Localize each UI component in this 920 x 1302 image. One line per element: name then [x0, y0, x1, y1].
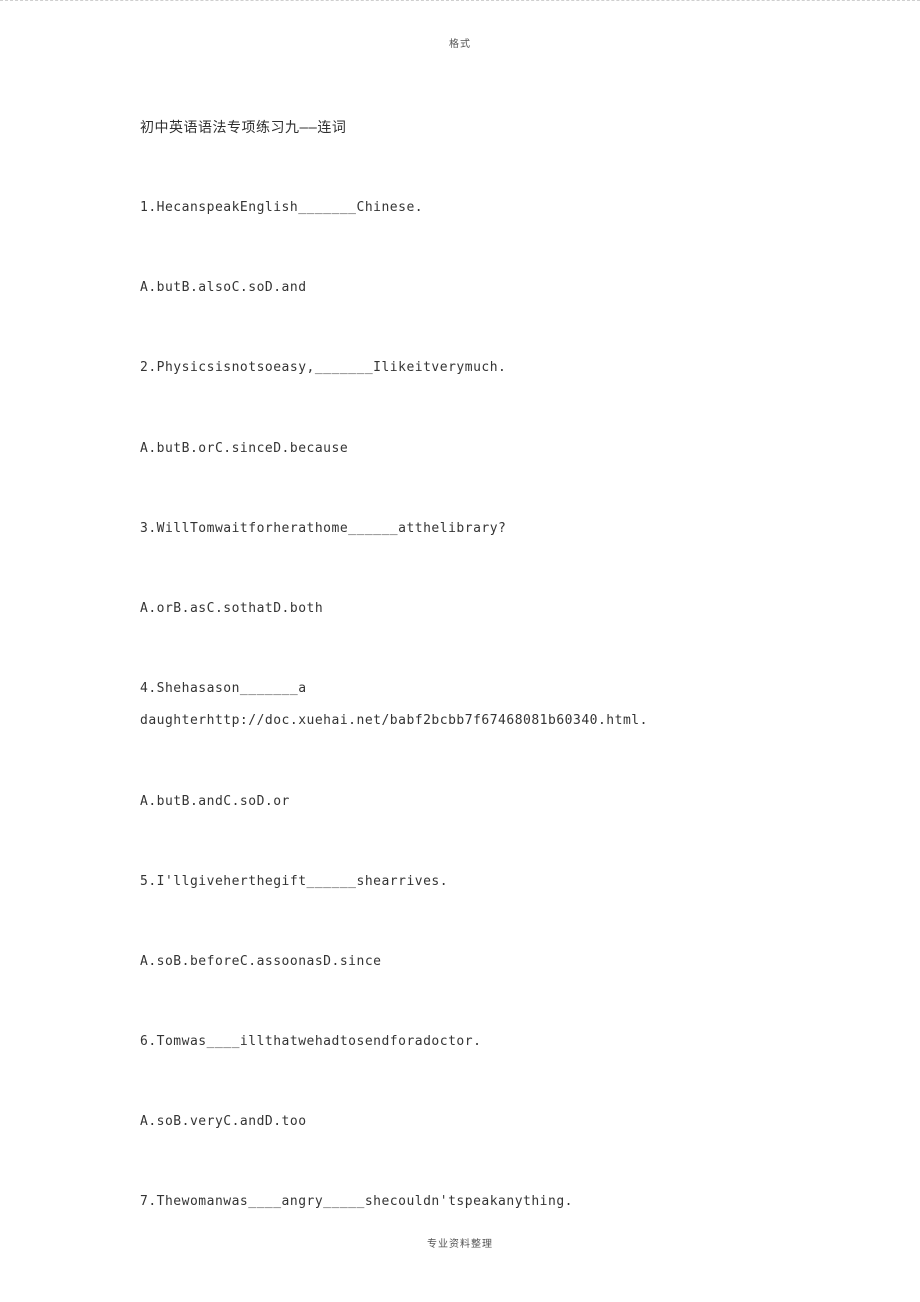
question-6: 6.Tomwas____illthatwehadtosendforadoctor…: [140, 1033, 780, 1051]
question-4-line2: daughterhttp://doc.xuehai.net/babf2bcbb7…: [140, 712, 780, 730]
document-body: 初中英语语法专项练习九——连词 1.HecanspeakEnglish_____…: [140, 117, 780, 1274]
answer-2: A.butB.orC.sinceD.because: [140, 440, 780, 458]
footer-text: 专业资料整理: [427, 1239, 493, 1250]
question-1: 1.HecanspeakEnglish_______Chinese.: [140, 199, 780, 217]
answer-6: A.soB.veryC.andD.too: [140, 1113, 780, 1131]
answer-5: A.soB.beforeC.assoonasD.since: [140, 953, 780, 971]
header-text: 格式: [449, 39, 471, 50]
document-title: 初中英语语法专项练习九——连词: [140, 117, 780, 137]
question-3: 3.WillTomwaitforherathome______atthelibr…: [140, 520, 780, 538]
question-2: 2.Physicsisnotsoeasy,_______Ilikeitverym…: [140, 359, 780, 377]
document-page: 格式 初中英语语法专项练习九——连词 1.HecanspeakEnglish__…: [0, 0, 920, 1302]
page-footer: 专业资料整理: [0, 1235, 920, 1250]
question-7: 7.Thewomanwas____angry_____shecouldn'tsp…: [140, 1193, 780, 1211]
question-5: 5.I'llgiveherthegift______shearrives.: [140, 873, 780, 891]
answer-3: A.orB.asC.sothatD.both: [140, 600, 780, 618]
question-4-line1: 4.Shehasason_______a: [140, 680, 780, 698]
answer-1: A.butB.alsoC.soD.and: [140, 279, 780, 297]
page-header: 格式: [0, 35, 920, 50]
answer-4: A.butB.andC.soD.or: [140, 793, 780, 811]
